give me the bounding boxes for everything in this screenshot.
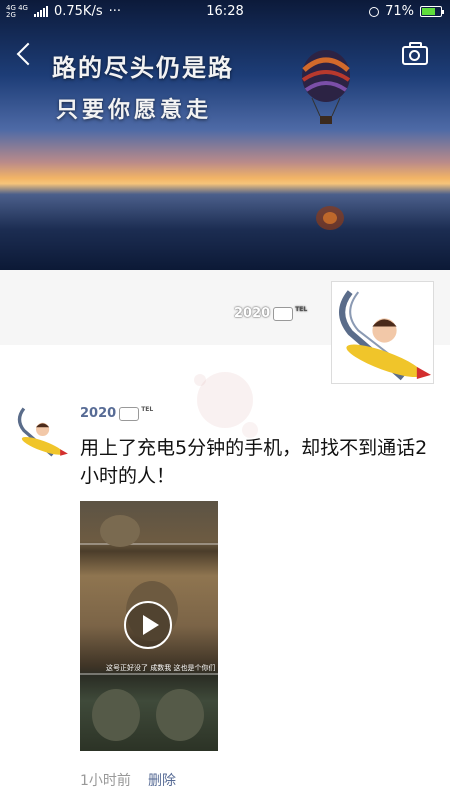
profile-avatar[interactable]	[331, 281, 434, 384]
tag-icon	[119, 406, 140, 421]
post-avatar[interactable]	[14, 403, 69, 458]
camera-icon[interactable]	[402, 42, 428, 65]
battery-icon	[420, 6, 444, 17]
post-nickname[interactable]: 2020 TEL	[80, 406, 153, 421]
status-bar: 4G 4G 2G 0.75K/s ··· 16:28 71%	[0, 0, 450, 24]
water-reflection	[316, 206, 344, 230]
delete-link[interactable]: 删除	[148, 770, 176, 790]
video-thumbnail[interactable]: 这号正好没了 成数我 这也是个你们	[80, 501, 218, 751]
hot-air-balloon-image	[301, 50, 351, 124]
battery-percent: 71%	[385, 4, 414, 19]
tag-icon	[273, 306, 294, 321]
profile-nickname[interactable]: 2020 TEL	[234, 306, 307, 321]
post-text: 用上了充电5分钟的手机，却找不到通话2小时的人！	[80, 437, 428, 487]
video-caption: 这号正好没了 成数我 这也是个你们	[106, 664, 216, 672]
cover-caption-line2: 只要你愿意走	[56, 98, 213, 123]
back-icon[interactable]	[12, 38, 40, 70]
post-timestamp: 1小时前	[80, 773, 131, 789]
cover-caption-line1: 路的尽头仍是路	[52, 54, 234, 82]
cover-image[interactable]: 路的尽头仍是路 只要你愿意走	[0, 0, 450, 270]
alarm-icon	[369, 6, 380, 17]
play-icon[interactable]	[124, 601, 172, 649]
